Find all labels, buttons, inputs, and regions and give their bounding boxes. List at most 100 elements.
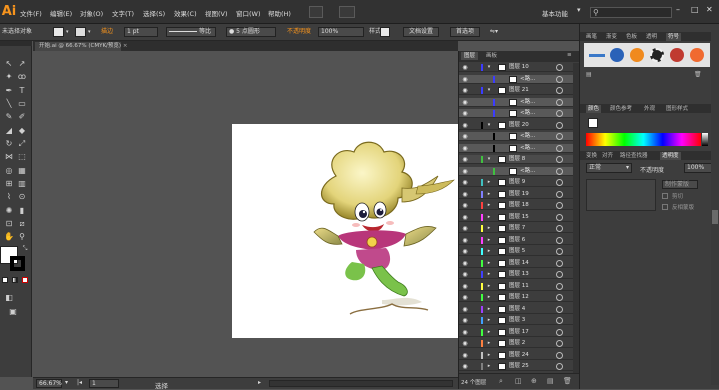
chevron-down-icon[interactable]: ▾	[486, 87, 492, 94]
target-circle-icon[interactable]	[556, 248, 563, 255]
width-tool-icon[interactable]: ⋈	[4, 152, 14, 161]
target-circle-icon[interactable]	[556, 351, 563, 359]
mesh-tool-icon[interactable]: ⊞	[4, 179, 14, 188]
visibility-eye-icon[interactable]: ◉	[461, 317, 469, 324]
layer-row[interactable]: ◉ ▸ 图层 15	[459, 213, 573, 222]
shape-builder-tool-icon[interactable]: ◎	[4, 166, 14, 175]
make-mask-button[interactable]: 制作蒙版	[662, 180, 698, 189]
chevron-right-icon[interactable]: ▸	[486, 248, 492, 255]
tab-symbols[interactable]: 符号	[666, 33, 682, 41]
paintbrush-tool-icon[interactable]: ✎	[4, 112, 14, 121]
tab-color-guide[interactable]: 颜色参考	[610, 105, 632, 113]
chevron-right-icon[interactable]	[493, 99, 499, 106]
perspective-grid-tool-icon[interactable]: ▦	[17, 166, 27, 175]
visibility-eye-icon[interactable]: ◉	[461, 110, 469, 117]
tab-gradient[interactable]: 渐变	[606, 33, 617, 41]
graphic-style-swatch[interactable]	[380, 27, 390, 37]
vertical-scrollbar[interactable]	[711, 30, 719, 385]
menu-file[interactable]: 文件(F)	[20, 8, 42, 18]
visibility-eye-icon[interactable]: ◉	[461, 248, 469, 255]
invert-mask-checkbox[interactable]	[662, 204, 668, 210]
target-circle-icon[interactable]	[556, 98, 563, 106]
target-circle-icon[interactable]	[556, 156, 563, 163]
opacity-field[interactable]: 100%	[318, 27, 364, 37]
blend-mode-select[interactable]: 正常 ▾	[586, 163, 632, 173]
chevron-right-icon[interactable]	[493, 168, 499, 175]
layer-row[interactable]: ◉ ▸ 图层 17	[459, 328, 573, 337]
chevron-right-icon[interactable]: ▸	[486, 225, 492, 232]
scale-tool-icon[interactable]: ⤢	[17, 139, 27, 148]
symbol-red-flower[interactable]	[670, 48, 684, 62]
menu-edit[interactable]: 编辑(E)	[50, 8, 72, 18]
free-transform-tool-icon[interactable]: ⬚	[17, 152, 27, 161]
layer-row[interactable]: ◉ ▸ 图层 5	[459, 247, 573, 256]
target-circle-icon[interactable]	[556, 328, 563, 336]
lasso-tool-icon[interactable]: ꝏ	[17, 72, 27, 81]
visibility-eye-icon[interactable]: ◉	[461, 99, 469, 106]
visibility-eye-icon[interactable]: ◉	[461, 363, 469, 370]
none-mode-icon[interactable]	[22, 277, 28, 283]
draw-normal-icon[interactable]: ◧	[4, 293, 14, 302]
fill-swatch[interactable]	[53, 27, 64, 37]
tab-appearance[interactable]: 外观	[644, 105, 655, 113]
menu-help[interactable]: 帮助(H)	[268, 8, 291, 18]
chevron-right-icon[interactable]: ▸	[486, 191, 492, 198]
visibility-eye-icon[interactable]: ◉	[461, 225, 469, 232]
target-circle-icon[interactable]	[556, 110, 563, 117]
chevron-right-icon[interactable]: ▸	[486, 352, 492, 359]
minimize-icon[interactable]: –	[676, 5, 680, 14]
menu-effect[interactable]: 效果(C)	[174, 8, 197, 18]
zoom-tool-icon[interactable]: ⚲	[17, 232, 27, 241]
menu-view[interactable]: 视图(V)	[205, 8, 228, 18]
target-circle-icon[interactable]	[556, 167, 563, 175]
visibility-eye-icon[interactable]: ◉	[461, 156, 469, 163]
rectangle-tool-icon[interactable]: ▭	[17, 99, 27, 108]
visibility-eye-icon[interactable]: ◉	[461, 352, 469, 359]
chevron-down-icon[interactable]: ▾	[486, 64, 492, 71]
layer-row[interactable]: ◉ ▸ 图层 18	[459, 201, 573, 210]
symbol-blue-circle[interactable]	[610, 48, 624, 62]
visibility-eye-icon[interactable]: ◉	[461, 294, 469, 301]
visibility-eye-icon[interactable]: ◉	[461, 122, 469, 129]
target-circle-icon[interactable]	[556, 87, 563, 94]
visibility-eye-icon[interactable]: ◉	[461, 260, 469, 267]
color-mode-icon[interactable]	[2, 277, 8, 283]
swap-colors-icon[interactable]: ⤡	[20, 244, 30, 253]
layer-row[interactable]: ◉ ▾ 图层 20	[459, 121, 573, 130]
chevron-down-icon[interactable]: ▾	[66, 27, 69, 37]
layer-row[interactable]: ◉ ▾ 图层 10	[459, 63, 573, 72]
tab-pathfinder[interactable]: 路径查找器	[620, 152, 648, 160]
color-fill-swatch[interactable]	[588, 118, 598, 128]
first-page-icon[interactable]: |◂	[77, 379, 82, 386]
visibility-eye-icon[interactable]: ◉	[461, 168, 469, 175]
chevron-right-icon[interactable]	[493, 76, 499, 83]
layer-row[interactable]: ◉ ▸ 图层 11	[459, 282, 573, 291]
hand-tool-icon[interactable]: ✋	[4, 232, 14, 241]
arrange-icon[interactable]: ⇋▾	[490, 27, 498, 37]
chevron-right-icon[interactable]: ▸	[486, 214, 492, 221]
status-arrow-icon[interactable]: ▸	[258, 379, 261, 386]
rotate-tool-icon[interactable]: ↻	[4, 139, 14, 148]
target-circle-icon[interactable]	[556, 202, 563, 209]
target-circle-icon[interactable]	[556, 133, 563, 140]
clipping-mask-icon[interactable]: ◫	[515, 377, 522, 385]
visibility-eye-icon[interactable]: ◉	[461, 133, 469, 140]
tab-artboards[interactable]: 画板	[483, 52, 500, 60]
chevron-right-icon[interactable]	[493, 110, 499, 117]
arrange-documents-button[interactable]	[339, 6, 355, 18]
target-circle-icon[interactable]	[556, 236, 563, 244]
slice-tool-icon[interactable]: ⧄	[17, 219, 27, 228]
layer-row[interactable]: ◉ ▸ 图层 3	[459, 316, 573, 325]
visibility-eye-icon[interactable]: ◉	[461, 329, 469, 336]
zoom-field[interactable]: 66.67%	[36, 379, 62, 388]
transparency-opacity-field[interactable]: 100%	[684, 163, 712, 173]
opacity-label[interactable]: 不透明度	[287, 27, 311, 37]
visibility-eye-icon[interactable]: ◉	[461, 214, 469, 221]
symbol-orange-circle[interactable]	[630, 48, 644, 62]
target-circle-icon[interactable]	[556, 340, 563, 347]
pencil-tool-icon[interactable]: ✐	[17, 112, 27, 121]
visibility-eye-icon[interactable]: ◉	[461, 202, 469, 209]
chevron-down-icon[interactable]: ▾	[486, 156, 492, 163]
visibility-eye-icon[interactable]: ◉	[461, 64, 469, 71]
layer-row[interactable]: ◉ ▸ 图层 7	[459, 224, 573, 233]
